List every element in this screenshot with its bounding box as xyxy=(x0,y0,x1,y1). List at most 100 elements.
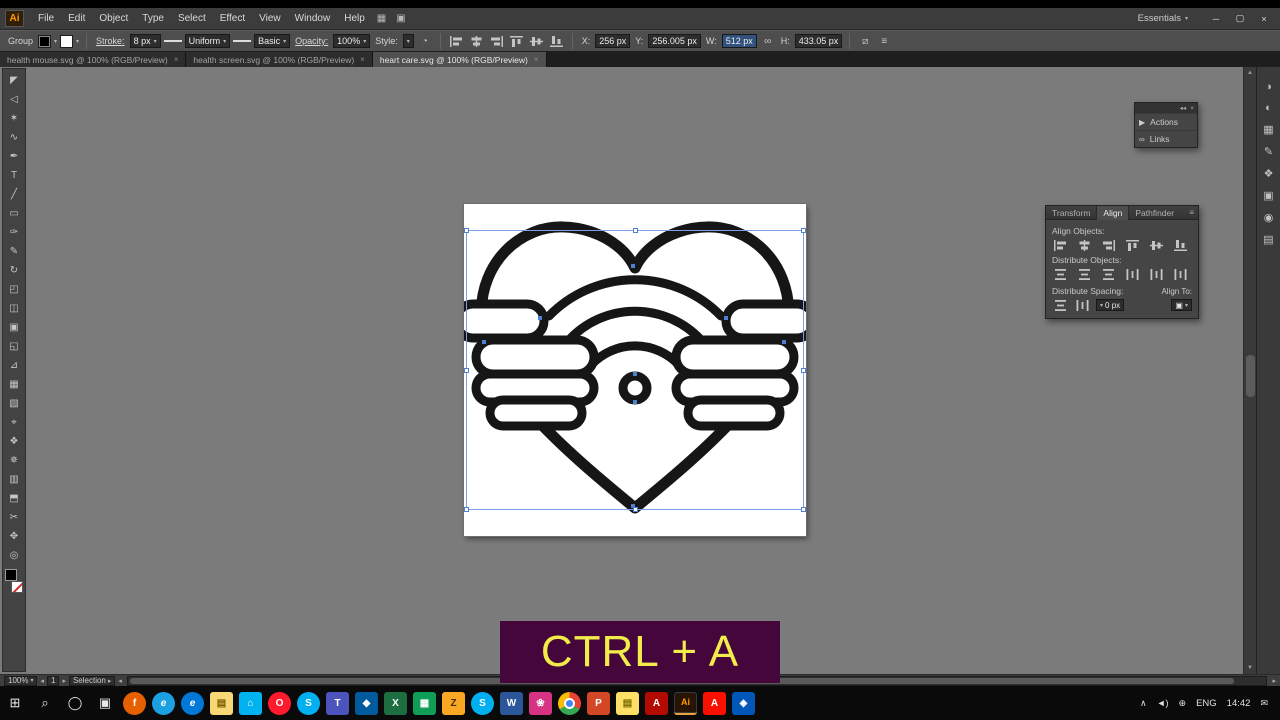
network-icon[interactable]: ⊕ xyxy=(1179,698,1187,709)
distribute-vertical-top-button[interactable] xyxy=(1052,267,1069,281)
close-tab-icon[interactable]: × xyxy=(534,55,539,64)
stroke-color-swatch[interactable] xyxy=(60,34,74,48)
tool-lasso[interactable]: ∿ xyxy=(4,128,24,147)
next-artboard-icon[interactable]: ▸ xyxy=(62,677,66,685)
tool-selection[interactable]: ◤ xyxy=(4,71,24,90)
menu-help[interactable]: Help xyxy=(337,13,372,24)
links-panel-tab[interactable]: ∞ Links xyxy=(1135,130,1197,147)
distribute-vertical-center-button[interactable] xyxy=(1076,267,1093,281)
search-icon[interactable]: ⌕ xyxy=(30,686,60,720)
cortana-icon[interactable]: ◯ xyxy=(60,686,90,720)
chevron-down-icon[interactable]: ▾ xyxy=(407,38,410,45)
align-horizontal-right-button[interactable] xyxy=(1100,238,1117,252)
tool-rotate[interactable]: ↻ xyxy=(4,261,24,280)
tool-mesh[interactable]: ▦ xyxy=(4,375,24,394)
close-panel-icon[interactable]: × xyxy=(1190,105,1194,112)
fill-swatch-icon[interactable] xyxy=(5,569,17,581)
w-field[interactable]: 512 px xyxy=(721,34,757,48)
taskbar-icon-photos[interactable]: ❀ xyxy=(529,691,552,715)
taskbar-icon-word[interactable]: W xyxy=(500,691,523,715)
taskbar-icon-acrobat[interactable]: A xyxy=(645,691,668,715)
tab-health-screen[interactable]: health screen.svg @ 100% (RGB/Preview) × xyxy=(186,52,373,67)
actions-panel-tab[interactable]: ▶ Actions xyxy=(1135,113,1197,130)
opacity-panel-link[interactable]: Opacity: xyxy=(295,36,328,46)
tab-heart-care[interactable]: heart care.svg @ 100% (RGB/Preview) × xyxy=(372,52,547,67)
align-vertical-center-button[interactable] xyxy=(1148,238,1165,252)
cb-align-middle-button[interactable] xyxy=(528,34,545,48)
scroll-down-icon[interactable]: ▼ xyxy=(1244,662,1256,674)
close-button[interactable]: × xyxy=(1252,11,1276,27)
arrange-documents-icon[interactable]: ▦ xyxy=(377,13,386,24)
distribute-horizontal-right-button[interactable] xyxy=(1172,267,1189,281)
menu-select[interactable]: Select xyxy=(171,13,213,24)
menu-edit[interactable]: Edit xyxy=(61,13,92,24)
tool-type[interactable]: T xyxy=(4,166,24,185)
taskbar-icon-sheets[interactable]: ▦ xyxy=(413,691,436,715)
cb-align-center-button[interactable] xyxy=(468,34,485,48)
tool-direct-selection[interactable]: ◁ xyxy=(4,90,24,109)
close-tab-icon[interactable]: × xyxy=(360,55,365,64)
h-field[interactable]: 433.05 px xyxy=(794,34,843,48)
stroke-weight-field[interactable]: 8 px ▾ xyxy=(129,34,161,48)
selection-handle[interactable] xyxy=(464,228,469,233)
taskbar-icon-zoom[interactable]: Z xyxy=(442,691,465,715)
previous-artboard-icon[interactable]: ◂ xyxy=(40,677,44,685)
align-vertical-bottom-button[interactable] xyxy=(1172,238,1189,252)
menu-window[interactable]: Window xyxy=(288,13,338,24)
align-horizontal-left-button[interactable] xyxy=(1052,238,1069,252)
tool-width[interactable]: ◫ xyxy=(4,299,24,318)
tool-magic-wand[interactable]: ✶ xyxy=(4,109,24,128)
taskbar-icon-illustrator[interactable]: Ai xyxy=(674,691,697,715)
scroll-up-icon[interactable]: ▲ xyxy=(1244,67,1256,79)
vertical-scrollbar-thumb[interactable] xyxy=(1246,355,1255,397)
variable-width-profile-dropdown[interactable]: Uniform ▾ xyxy=(184,34,231,48)
taskbar-icon-teams[interactable]: T xyxy=(326,691,349,715)
collapse-panel-icon[interactable]: ◂◂ xyxy=(1180,104,1187,112)
stroke-caret-icon[interactable]: ▾ xyxy=(76,38,79,45)
fill-stroke-indicator[interactable] xyxy=(4,569,24,593)
clock[interactable]: 14:42 xyxy=(1227,698,1251,709)
tab-health-mouse[interactable]: health mouse.svg @ 100% (RGB/Preview) × xyxy=(0,52,187,67)
x-field[interactable]: 256 px xyxy=(595,34,631,48)
tool-slice[interactable]: ✂ xyxy=(4,508,24,527)
stroke-panel-link[interactable]: Stroke: xyxy=(96,36,125,46)
brushes-panel-icon[interactable]: ✎ xyxy=(1264,145,1273,158)
align-vertical-top-button[interactable] xyxy=(1124,238,1141,252)
align-horizontal-center-button[interactable] xyxy=(1076,238,1093,252)
tool-free-transform[interactable]: ▣ xyxy=(4,318,24,337)
chevron-down-icon[interactable]: ▾ xyxy=(283,38,286,45)
align-to-dropdown[interactable]: ▣ ▾ xyxy=(1171,299,1192,311)
tool-perspective-grid[interactable]: ⊿ xyxy=(4,356,24,375)
taskbar-icon-chrome[interactable] xyxy=(558,691,581,715)
menu-object[interactable]: Object xyxy=(92,13,135,24)
start-button[interactable]: ⊞ xyxy=(0,686,30,720)
tool-line-segment[interactable]: ╱ xyxy=(4,185,24,204)
chevron-down-icon[interactable]: ▾ xyxy=(223,38,226,45)
tool-blend[interactable]: ❖ xyxy=(4,432,24,451)
chevron-down-icon[interactable]: ▾ xyxy=(154,38,157,45)
taskbar-icon-internet-explorer[interactable]: e xyxy=(152,691,175,715)
zoom-level-dropdown[interactable]: 100% ▾ xyxy=(4,675,38,686)
distribute-horizontal-center-button[interactable] xyxy=(1148,267,1165,281)
selection-handle[interactable] xyxy=(801,228,806,233)
brush-definition-dropdown[interactable]: Basic ▾ xyxy=(254,34,291,48)
tab-align[interactable]: Align xyxy=(1096,205,1130,220)
taskbar-icon-firefox[interactable]: f xyxy=(123,691,146,715)
y-field[interactable]: 256.005 px xyxy=(648,34,701,48)
spacing-value-field[interactable]: ▾ 0 px xyxy=(1096,299,1125,311)
scroll-right-icon[interactable]: ▸ xyxy=(1272,677,1276,685)
menu-file[interactable]: File xyxy=(31,13,61,24)
distribute-spacing-vertical-button[interactable] xyxy=(1052,298,1069,312)
scroll-left-icon[interactable]: ◂ xyxy=(118,677,122,685)
switch-workspace-icon[interactable]: ▣ xyxy=(396,13,405,24)
hidden-icons-chevron[interactable]: ∧ xyxy=(1140,698,1147,709)
tool-gradient[interactable]: ▧ xyxy=(4,394,24,413)
restore-button[interactable]: ▢ xyxy=(1228,11,1252,27)
tool-pencil[interactable]: ✎ xyxy=(4,242,24,261)
selection-handle[interactable] xyxy=(633,507,638,512)
taskbar-icon-paint[interactable]: ◈ xyxy=(732,691,755,715)
workspace-switcher[interactable]: Essentials ▾ xyxy=(1138,13,1188,24)
stroke-none-icon[interactable] xyxy=(11,581,23,593)
panel-menu-icon[interactable]: ≡ xyxy=(1185,208,1198,217)
selection-bounding-box[interactable] xyxy=(464,228,806,512)
